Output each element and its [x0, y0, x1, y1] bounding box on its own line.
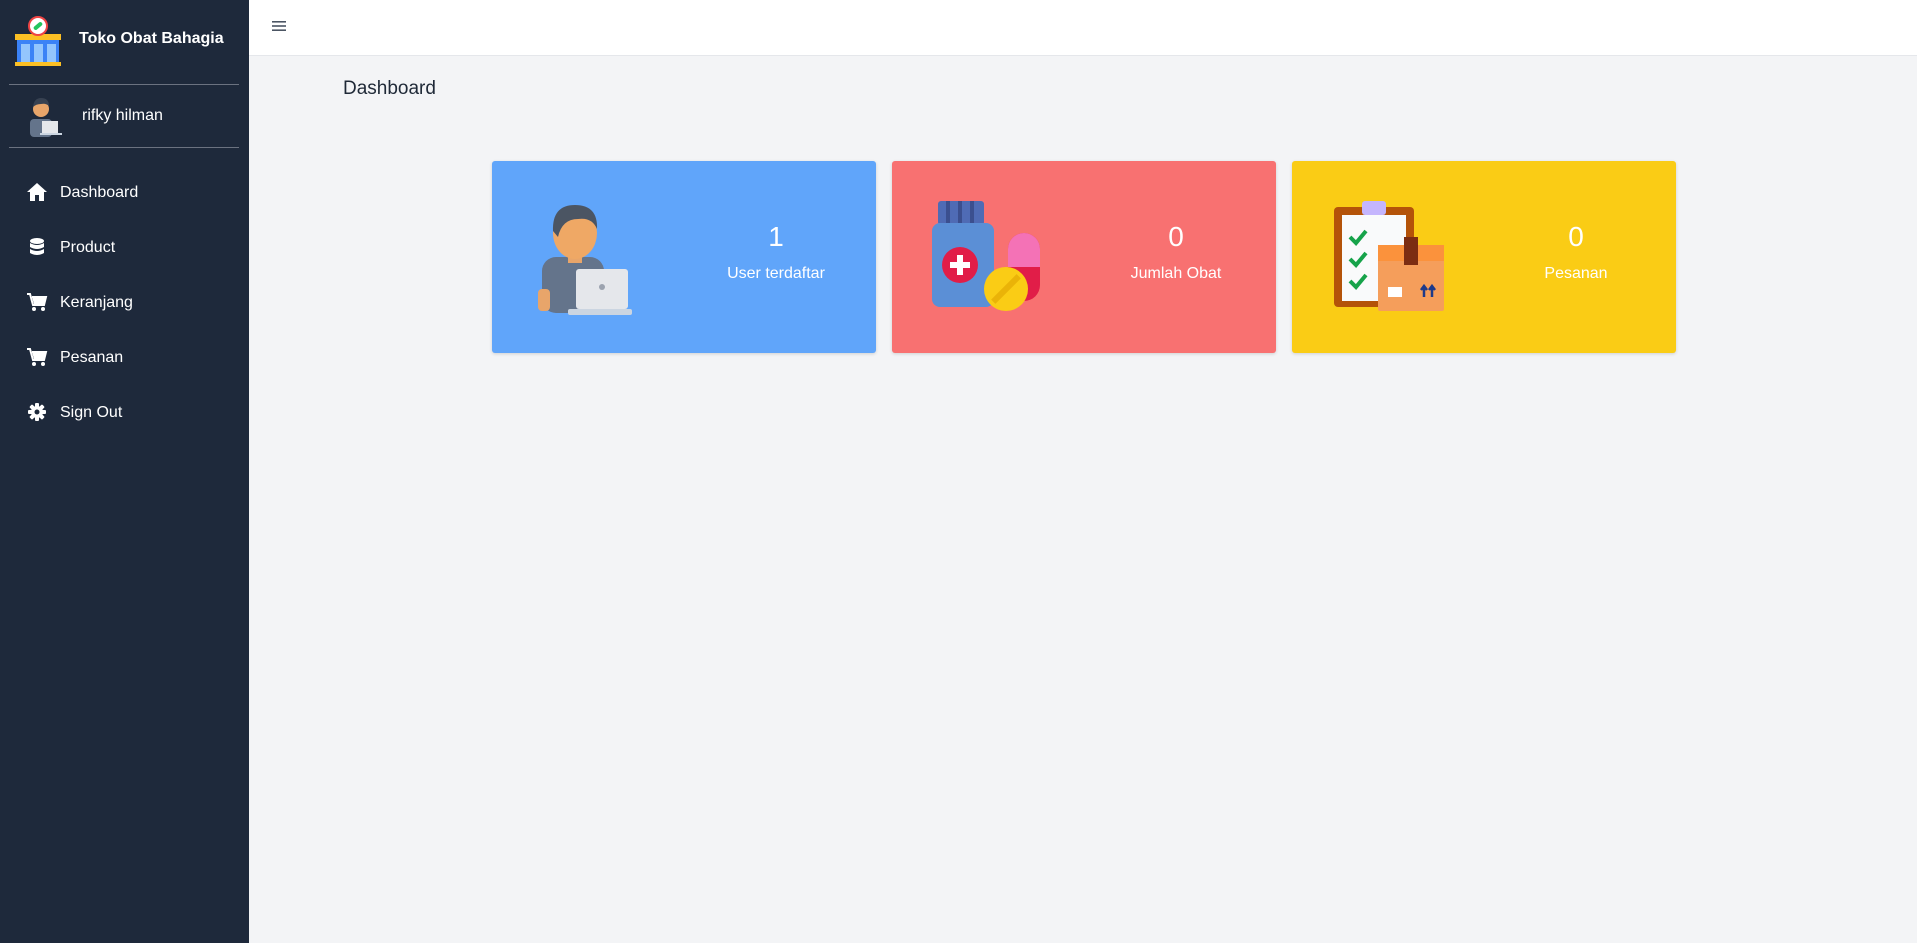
sidebar-item-keranjang[interactable]: Keranjang [0, 275, 249, 330]
cart-icon [27, 293, 48, 311]
sidebar-item-pesanan[interactable]: Pesanan [0, 330, 249, 385]
stat-label: Jumlah Obat [1130, 265, 1222, 282]
stat-value: 0 [1168, 221, 1184, 252]
stat-card-orders[interactable]: 0 Pesanan [1292, 161, 1676, 353]
sidebar-item-label: Sign Out [60, 404, 123, 421]
database-icon [30, 238, 44, 255]
brand-name: Toko Obat Bahagia [79, 30, 224, 47]
pharmacy-logo-icon [15, 16, 61, 66]
page-title: Dashboard [343, 78, 436, 99]
stat-card-medicine[interactable]: 0 Jumlah Obat [892, 161, 1276, 353]
sidebar-nav: Dashboard Product Keranjang Pesanan Sign… [0, 165, 249, 440]
sidebar-item-product[interactable]: Product [0, 220, 249, 275]
stat-label: User terdaftar [727, 265, 825, 282]
avatar [30, 98, 62, 137]
brand[interactable]: Toko Obat Bahagia [0, 0, 249, 84]
user-laptop-icon [538, 205, 632, 315]
sidebar-item-label: Dashboard [60, 184, 139, 201]
divider [9, 84, 239, 85]
sidebar-item-dashboard[interactable]: Dashboard [0, 165, 249, 220]
home-icon [27, 183, 47, 201]
stat-value: 1 [768, 221, 784, 252]
gear-icon [28, 403, 46, 421]
sidebar-item-label: Product [60, 239, 116, 256]
sidebar-item-label: Pesanan [60, 349, 124, 366]
medicine-icon [932, 201, 1040, 311]
user-panel[interactable]: rifky hilman [0, 86, 249, 146]
stat-card-users[interactable]: 1 User terdaftar [492, 161, 876, 353]
stat-value: 0 [1568, 221, 1584, 252]
divider [9, 147, 239, 148]
sidebar-item-label: Keranjang [60, 294, 133, 311]
hamburger-menu-icon[interactable] [271, 18, 287, 34]
cart-icon [27, 348, 48, 366]
order-package-icon [1334, 201, 1444, 311]
sidebar-item-sign-out[interactable]: Sign Out [0, 385, 249, 440]
stat-label: Pesanan [1544, 265, 1608, 282]
user-name: rifky hilman [82, 107, 163, 124]
topbar [249, 0, 1917, 56]
sidebar: Toko Obat Bahagia rifky hilman Dashboard [0, 0, 249, 943]
